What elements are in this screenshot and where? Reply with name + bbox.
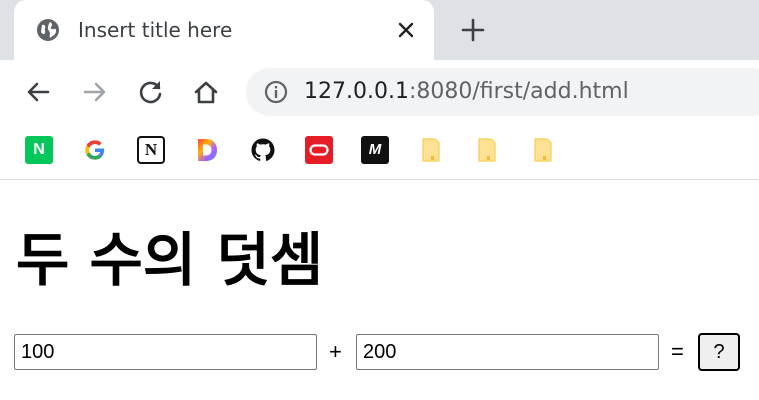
first-number-input[interactable] [14, 334, 317, 370]
url-host: 127.0.0.1 [304, 79, 409, 104]
page-content: 두 수의 덧셈 + = ? [0, 180, 759, 400]
reload-icon[interactable] [136, 77, 166, 107]
oracle-bookmark-icon[interactable] [305, 136, 333, 164]
tab-active[interactable]: Insert title here [14, 0, 434, 60]
bookmarks-bar: N N M [0, 124, 759, 180]
second-number-input[interactable] [356, 334, 659, 370]
new-tab-icon[interactable] [460, 17, 486, 43]
home-icon[interactable] [191, 77, 221, 107]
page-title: 두 수의 덧셈 [16, 226, 324, 294]
folder-bookmark-icon[interactable] [417, 136, 445, 164]
oracle-ring-icon [309, 144, 329, 156]
globe-icon [37, 19, 59, 41]
info-icon[interactable] [264, 80, 288, 104]
address-bar[interactable]: 127.0.0.1:8080/first/add.html [246, 68, 759, 116]
daum-bookmark-icon[interactable] [193, 136, 221, 164]
forward-icon[interactable] [80, 77, 110, 107]
folder-bookmark-icon[interactable] [473, 136, 501, 164]
browser-toolbar: 127.0.0.1:8080/first/add.html [0, 60, 759, 124]
medium-bookmark-icon[interactable]: M [361, 136, 389, 164]
notion-bookmark-icon[interactable]: N [137, 136, 165, 164]
github-bookmark-icon[interactable] [249, 136, 277, 164]
naver-bookmark-icon[interactable]: N [25, 136, 53, 164]
url-text: 127.0.0.1:8080/first/add.html [304, 78, 629, 106]
tab-title: Insert title here [78, 18, 233, 42]
close-icon[interactable] [394, 18, 418, 42]
tab-strip: Insert title here [0, 0, 759, 60]
equals-sign: = [671, 339, 684, 364]
calculate-button[interactable]: ? [698, 333, 740, 371]
back-icon[interactable] [23, 77, 53, 107]
folder-bookmark-icon[interactable] [529, 136, 557, 164]
url-path: :8080/first/add.html [408, 79, 629, 104]
google-bookmark-icon[interactable] [81, 136, 109, 164]
plus-sign: + [329, 339, 342, 364]
